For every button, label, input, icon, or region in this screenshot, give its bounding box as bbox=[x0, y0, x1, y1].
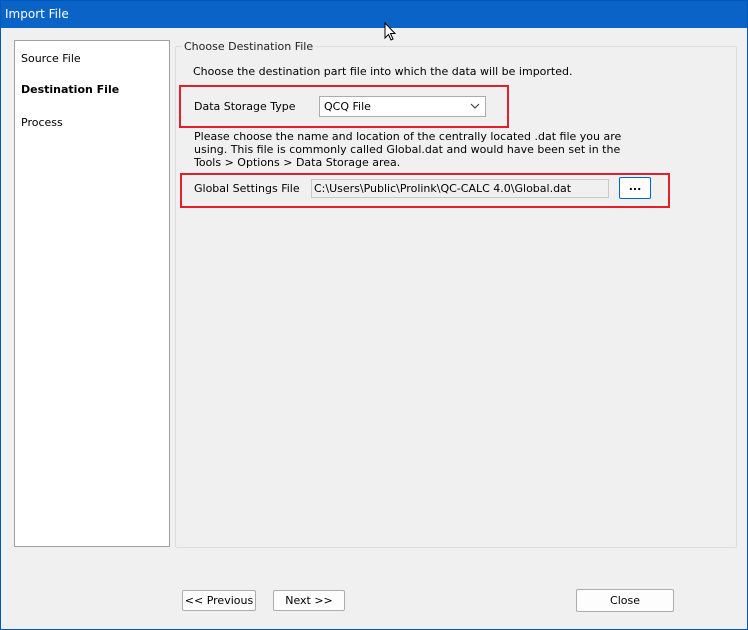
global-settings-path-field[interactable]: C:\Users\Public\Prolink\QC-CALC 4.0\Glob… bbox=[311, 179, 609, 198]
step-source-file[interactable]: Source File bbox=[21, 52, 81, 65]
global-file-description: Please choose the name and location of t… bbox=[194, 130, 622, 169]
dialog-client-area: Source File Destination File Process Cho… bbox=[1, 22, 747, 629]
close-button[interactable]: Close bbox=[576, 589, 674, 612]
global-settings-file-label: Global Settings File bbox=[194, 182, 300, 195]
group-legend: Choose Destination File bbox=[182, 40, 316, 53]
data-storage-type-value: QCQ File bbox=[324, 100, 371, 113]
step-process[interactable]: Process bbox=[21, 116, 63, 129]
data-storage-type-select[interactable]: QCQ File bbox=[319, 96, 486, 117]
chevron-down-icon bbox=[470, 103, 480, 109]
title-bar[interactable]: Import File bbox=[1, 1, 747, 28]
step-destination-file[interactable]: Destination File bbox=[21, 83, 119, 96]
previous-button[interactable]: << Previous bbox=[182, 590, 256, 611]
window-title: Import File bbox=[5, 7, 69, 21]
next-button[interactable]: Next >> bbox=[273, 590, 345, 611]
data-storage-type-label: Data Storage Type bbox=[194, 100, 296, 113]
mouse-cursor-icon bbox=[384, 22, 397, 41]
instruction-text: Choose the destination part file into wh… bbox=[193, 65, 573, 78]
import-file-dialog: Import File Source File Destination File… bbox=[0, 0, 748, 630]
wizard-step-list: Source File Destination File Process bbox=[14, 40, 170, 547]
browse-button[interactable]: ... bbox=[619, 177, 651, 199]
global-settings-path-value: C:\Users\Public\Prolink\QC-CALC 4.0\Glob… bbox=[314, 182, 572, 195]
